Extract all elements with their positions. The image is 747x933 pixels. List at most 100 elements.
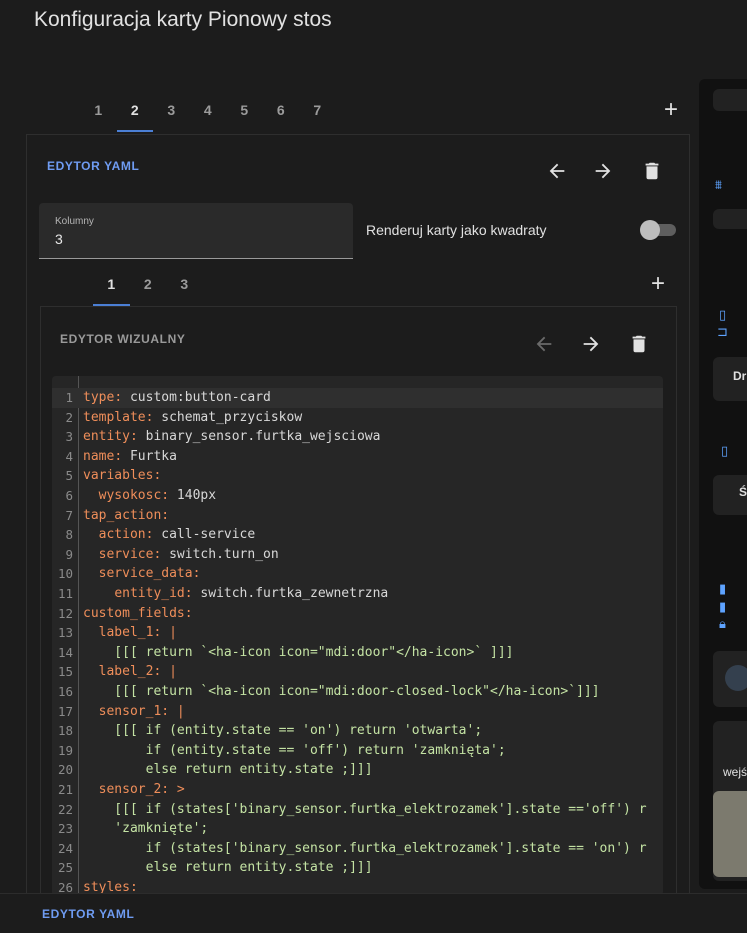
add-inner-card-icon[interactable]: + [651, 272, 665, 296]
code-line[interactable]: 24 if (states['binary_sensor.furtka_elek… [52, 839, 663, 859]
line-number: 16 [57, 684, 73, 699]
yaml-editor-toggle[interactable]: EDYTOR YAML [47, 159, 139, 173]
preview-text: Ś [739, 485, 747, 499]
yaml-template-code: else return entity.state ;]]] [83, 860, 373, 876]
line-number: 17 [57, 703, 73, 719]
code-line[interactable]: 13 label_1: | [52, 623, 663, 643]
code-text: [[[ if (entity.state == 'on') return 'ot… [83, 721, 482, 741]
arrow-left-icon[interactable] [543, 157, 571, 185]
preview-avatar [725, 665, 747, 691]
columns-field[interactable]: Kolumny 3 [39, 203, 353, 259]
code-line[interactable]: 12 custom_fields: [52, 604, 663, 624]
code-text: tap_action: [83, 507, 170, 523]
code-text: 'zamknięte'; [83, 819, 208, 839]
outer-tab-1[interactable]: 1 [80, 102, 117, 134]
door-icon: ▮ [719, 599, 727, 614]
code-text: label_2: | [98, 664, 177, 680]
preview-text: wejś [723, 765, 747, 779]
arrow-right-icon[interactable] [589, 157, 617, 185]
code-text: if (entity.state == 'off') return 'zamkn… [83, 741, 506, 761]
yaml-value: custom:button-card [122, 390, 271, 405]
inner-card-tabs: 123 [93, 276, 203, 306]
square-cards-label: Renderuj karty jako kwadraty [366, 222, 547, 238]
code-text: variables: [83, 468, 162, 484]
line-number: 23 [57, 821, 73, 837]
door-icon: ▯ [721, 443, 729, 458]
outer-tab-3[interactable]: 3 [153, 102, 190, 134]
code-line[interactable]: 5 variables: [52, 466, 663, 486]
inner-tab-2[interactable]: 2 [130, 276, 167, 306]
line-number: 21 [57, 782, 73, 797]
delete-icon[interactable] [625, 330, 653, 358]
square-cards-toggle[interactable] [640, 220, 676, 240]
code-line[interactable]: 20 else return entity.state ;]]] [52, 760, 663, 780]
code-text: action: call-service [98, 527, 256, 543]
preview-text: Dr [733, 369, 747, 383]
code-line[interactable]: 2 template: schemat_przyciskow [52, 408, 663, 428]
code-line[interactable]: 4 name: Furtka [52, 447, 663, 467]
yaml-code-editor[interactable]: 1 type: custom:button-card 2 template: sche… [52, 376, 663, 896]
code-line[interactable]: 7 tap_action: [52, 506, 663, 526]
door-icon: ▯ [719, 307, 727, 322]
code-line[interactable]: 19 if (entity.state == 'off') return 'za… [52, 741, 663, 761]
lock-icon: 🔒︎ [719, 616, 726, 631]
code-text: sensor_2: > [98, 782, 185, 797]
yaml-key: sensor_2 [98, 782, 162, 797]
yaml-template-code: if (entity.state == 'off') return 'zamkn… [83, 742, 506, 758]
yaml-key: action [98, 527, 146, 543]
line-number: 8 [65, 527, 73, 543]
code-line[interactable]: 22 [[[ if (states['binary_sensor.furtka_… [52, 800, 663, 820]
door-closed-icon: ⊐ [717, 324, 728, 339]
line-number: 14 [57, 644, 73, 660]
yaml-key: custom_fields [83, 605, 185, 621]
inner-tab-1[interactable]: 1 [93, 276, 130, 306]
code-line[interactable]: 16 [[[ return `<ha-icon icon="mdi:door-c… [52, 682, 663, 702]
code-line[interactable]: 1 type: custom:button-card [52, 388, 663, 408]
code-line[interactable]: 18 [[[ if (entity.state == 'on') return … [52, 721, 663, 741]
preview-card [713, 651, 747, 707]
code-line[interactable]: 11 entity_id: switch.furtka_zewnetrzna [52, 584, 663, 604]
code-line[interactable]: 6 wysokosc: 140px [52, 486, 663, 506]
yaml-key: name [83, 448, 115, 464]
outer-tab-5[interactable]: 5 [226, 102, 263, 134]
dialog-title: Konfiguracja karty Pionowy stos [34, 8, 332, 31]
add-card-icon[interactable]: + [664, 98, 678, 122]
inner-tab-3[interactable]: 3 [166, 276, 203, 306]
outer-tab-7[interactable]: 7 [299, 102, 336, 134]
line-number: 2 [65, 409, 73, 425]
code-text: entity_id: switch.furtka_zewnetrzna [114, 586, 389, 601]
footer-yaml-editor-link[interactable]: EDYTOR YAML [42, 907, 134, 921]
visual-editor-toggle[interactable]: EDYTOR WIZUALNY [60, 332, 185, 346]
code-line[interactable]: 23 'zamknięte'; [52, 819, 663, 839]
line-number: 15 [57, 664, 73, 680]
line-number: 18 [57, 723, 73, 739]
line-number: 10 [57, 566, 73, 582]
code-text: else return entity.state ;]]] [83, 760, 373, 780]
outer-tab-4[interactable]: 4 [190, 102, 227, 134]
code-text: else return entity.state ;]]] [83, 858, 373, 878]
code-line[interactable]: 15 label_2: | [52, 662, 663, 682]
code-line[interactable]: 17 sensor_1: | [52, 702, 663, 722]
arrow-right-icon[interactable] [577, 330, 605, 358]
yaml-value: switch.turn_on [161, 546, 279, 562]
code-line[interactable]: 21 sensor_2: > [52, 780, 663, 800]
outer-tab-6[interactable]: 6 [263, 102, 300, 134]
delete-icon[interactable] [638, 157, 666, 185]
outer-tab-2[interactable]: 2 [116, 102, 154, 134]
code-text: wysokosc: 140px [98, 488, 217, 503]
code-line[interactable]: 8 action: call-service [52, 525, 663, 545]
yaml-key: variables [83, 468, 154, 484]
line-number: 24 [57, 840, 73, 856]
code-line[interactable]: 9 service: switch.turn_on [52, 545, 663, 565]
code-line[interactable]: 10 service_data: [52, 564, 663, 584]
code-line[interactable]: 14 [[[ return `<ha-icon icon="mdi:door"<… [52, 643, 663, 663]
line-number: 22 [57, 801, 73, 817]
code-line[interactable]: 25 else return entity.state ;]]] [52, 858, 663, 878]
card-preview-panel: ⩩ ▯ ⊐ Dr ▯ Ś ▮ ▮ 🔒︎ wejś [699, 79, 747, 889]
code-line[interactable]: 3 entity: binary_sensor.furtka_wejsciowa [52, 427, 663, 447]
columns-label: Kolumny [55, 216, 94, 227]
yaml-key: service [98, 546, 154, 562]
code-text: service: switch.turn_on [98, 546, 279, 562]
yaml-template-code: else return entity.state ;]]] [83, 762, 373, 778]
footer-bar: EDYTOR YAML [0, 893, 747, 933]
